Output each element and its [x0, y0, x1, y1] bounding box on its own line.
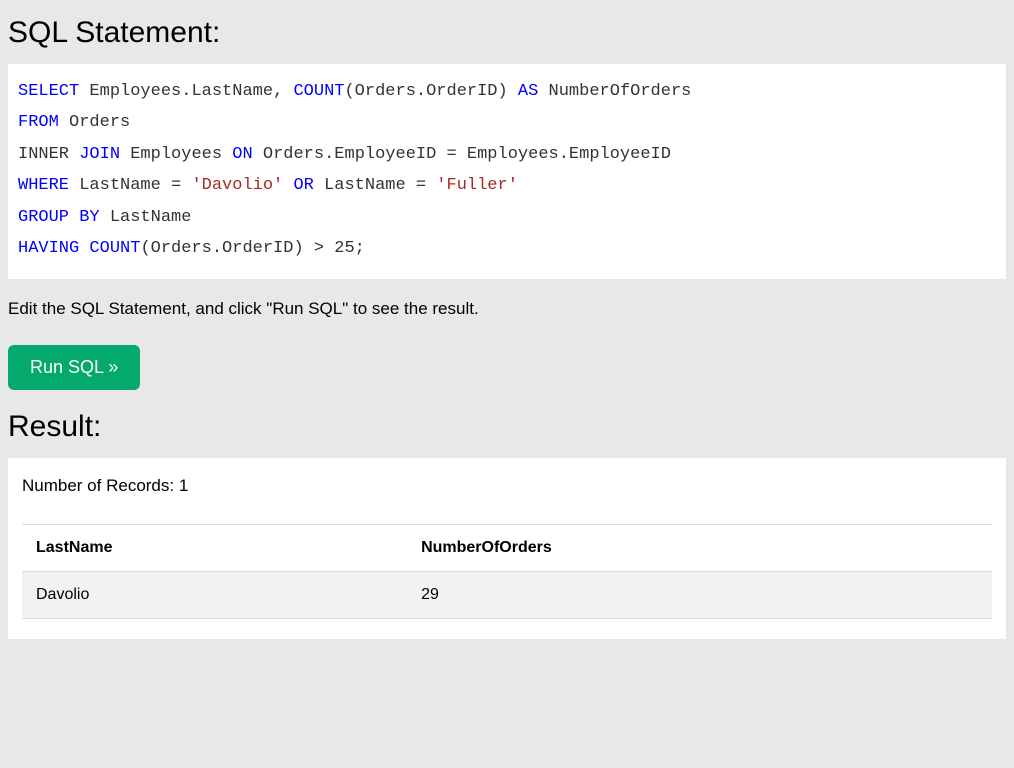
- sql-token-ident: Employees.LastName: [89, 82, 273, 101]
- sql-token-ident: LastName: [110, 208, 192, 227]
- sql-token-kw: WHERE: [18, 176, 69, 195]
- table-row: Davolio29: [22, 571, 992, 618]
- sql-token-ident: LastName =: [79, 176, 191, 195]
- sql-token-str: 'Fuller': [436, 176, 518, 195]
- sql-token-kw: BY: [79, 208, 99, 227]
- sql-token-fn: COUNT: [293, 82, 344, 101]
- sql-token-ident: Orders: [69, 113, 130, 132]
- table-cell: Davolio: [22, 571, 407, 618]
- sql-editor[interactable]: SELECT Employees.LastName, COUNT(Orders.…: [8, 64, 1006, 279]
- result-table: LastNameNumberOfOrders Davolio29: [22, 524, 992, 619]
- table-header-row: LastNameNumberOfOrders: [22, 524, 992, 571]
- sql-token-ident: NumberOfOrders: [549, 82, 692, 101]
- sql-token-kw: AS: [518, 82, 538, 101]
- records-count: Number of Records: 1: [22, 476, 992, 496]
- sql-token-kw: JOIN: [79, 145, 120, 164]
- sql-statement-heading: SQL Statement:: [8, 16, 1006, 50]
- sql-token-ident: (Orders.OrderID) > 25;: [140, 239, 364, 258]
- sql-token-ident: INNER: [18, 145, 69, 164]
- sql-token-kw: GROUP: [18, 208, 69, 227]
- result-heading: Result:: [8, 410, 1006, 444]
- sql-token-kw: HAVING: [18, 239, 79, 258]
- sql-token-kw: FROM: [18, 113, 59, 132]
- table-body: Davolio29: [22, 571, 992, 618]
- table-cell: 29: [407, 571, 992, 618]
- column-header: LastName: [22, 524, 407, 571]
- sql-token-kw: SELECT: [18, 82, 79, 101]
- sql-token-kw: OR: [293, 176, 313, 195]
- sql-token-punct: (Orders.OrderID): [344, 82, 517, 101]
- sql-token-str: 'Davolio': [191, 176, 283, 195]
- run-sql-button[interactable]: Run SQL »: [8, 345, 140, 390]
- sql-token-ident: Orders.EmployeeID = Employees.EmployeeID: [263, 145, 671, 164]
- sql-token-ident: LastName =: [324, 176, 436, 195]
- result-box: Number of Records: 1 LastNameNumberOfOrd…: [8, 458, 1006, 639]
- sql-token-fn: COUNT: [89, 239, 140, 258]
- column-header: NumberOfOrders: [407, 524, 992, 571]
- sql-token-kw: ON: [232, 145, 252, 164]
- sql-token-ident: Employees: [130, 145, 232, 164]
- sql-token-punct: ,: [273, 82, 293, 101]
- instructions-text: Edit the SQL Statement, and click "Run S…: [8, 299, 1006, 319]
